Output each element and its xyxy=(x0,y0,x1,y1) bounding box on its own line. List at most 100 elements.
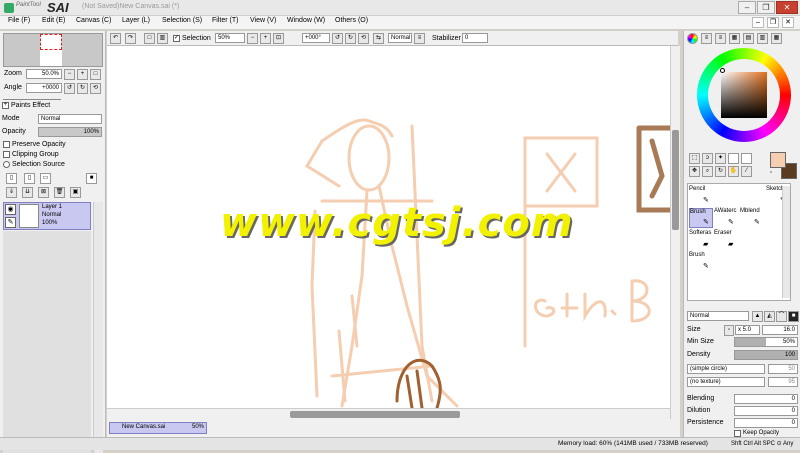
keep-opacity-checkbox[interactable] xyxy=(734,430,741,437)
blending-slider[interactable]: 0 xyxy=(734,394,798,404)
tool-slot-2-icon[interactable] xyxy=(741,153,752,164)
mdi-close-icon[interactable]: ✕ xyxy=(782,17,794,28)
deselect-icon[interactable]: □ xyxy=(144,33,155,44)
canvas-zoom-reset-icon[interactable]: ⊡ xyxy=(273,33,284,44)
clear-layer-icon[interactable]: ⊠ xyxy=(38,187,49,198)
tool-mblend[interactable]: Mblend ✎ xyxy=(740,208,766,228)
new-linework-layer-icon[interactable]: ▯ xyxy=(24,173,35,184)
apply-mask-icon[interactable]: ▣ xyxy=(70,187,81,198)
eyedropper-icon[interactable]: ⁄ xyxy=(741,166,752,177)
menu-view[interactable]: View (V) xyxy=(250,17,276,24)
document-tab[interactable]: New Canvas.sai 50% xyxy=(109,422,207,434)
hand-icon[interactable]: ✋ xyxy=(728,166,739,177)
transfer-down-icon[interactable]: ⇓ xyxy=(6,187,17,198)
restore-button[interactable]: ❐ xyxy=(757,1,775,14)
tool-slot-icon[interactable] xyxy=(728,153,739,164)
brush-shape-hard-icon[interactable]: ▲ xyxy=(752,311,763,322)
new-folder-icon[interactable]: ▭ xyxy=(40,173,51,184)
size-multiplier-select[interactable]: x 5.0 xyxy=(735,325,760,335)
canvas-rotate-reset-icon[interactable]: ⟲ xyxy=(358,33,369,44)
menu-filter[interactable]: Filter (T) xyxy=(212,17,238,24)
zoom-out-icon[interactable]: − xyxy=(64,69,75,80)
intermediate-color-icon[interactable]: ▦ xyxy=(771,33,782,44)
drawing-canvas[interactable]: www.cgtsj.com xyxy=(107,46,673,410)
stabilizer-select[interactable]: 0 xyxy=(462,33,488,43)
rotate-right-icon[interactable]: ↻ xyxy=(77,83,88,94)
zoom-tool-icon[interactable]: ⌕ xyxy=(702,166,713,177)
zoom-field[interactable]: 50.0% xyxy=(26,69,62,79)
pen-icon[interactable]: ✎ xyxy=(5,217,16,228)
menu-edit[interactable]: Edit (E) xyxy=(42,17,65,24)
merge-down-icon[interactable]: ⇊ xyxy=(22,187,33,198)
size-value[interactable]: 16.0 xyxy=(762,325,798,335)
hsv-sliders-icon[interactable]: ≡ xyxy=(715,33,726,44)
vertical-scroll-thumb[interactable] xyxy=(672,130,679,230)
redo-icon[interactable]: ↷ xyxy=(125,33,136,44)
view-mode-select[interactable]: Normal xyxy=(388,33,412,43)
tool-palette-scrollbar[interactable] xyxy=(782,186,790,298)
brush-mode-select[interactable]: Normal xyxy=(687,311,749,321)
clipping-group-checkbox[interactable] xyxy=(3,151,10,158)
brush-shape-select[interactable]: (simple circle) xyxy=(687,364,765,374)
navigator-preview[interactable] xyxy=(3,33,103,67)
canvas-vertical-scrollbar[interactable] xyxy=(670,46,680,419)
min-size-slider[interactable]: 50% xyxy=(734,337,798,347)
tool-pencil[interactable]: Pencil ✎ xyxy=(689,186,713,206)
new-layer-icon[interactable]: ▯ xyxy=(6,173,17,184)
canvas-rotate-right-icon[interactable]: ↻ xyxy=(345,33,356,44)
mdi-minimize-icon[interactable]: – xyxy=(752,17,764,28)
color-wheel-toggle-icon[interactable] xyxy=(687,33,698,44)
rect-select-icon[interactable]: ⬚ xyxy=(689,153,700,164)
primary-color-swatch[interactable] xyxy=(770,152,786,168)
brush-shape-value[interactable]: 50 xyxy=(768,364,798,374)
canvas-zoom-field[interactable]: 50% xyxy=(215,33,245,43)
user-swatches-icon[interactable]: ▤ xyxy=(743,33,754,44)
menu-canvas[interactable]: Canvas (C) xyxy=(76,17,111,24)
menu-layer[interactable]: Layer (L) xyxy=(122,17,150,24)
rgb-sliders-icon[interactable]: ≡ xyxy=(701,33,712,44)
horizontal-scroll-thumb[interactable] xyxy=(290,411,460,418)
minimize-button[interactable]: – xyxy=(738,1,756,14)
canvas-zoom-out-icon[interactable]: − xyxy=(247,33,258,44)
canvas-zoom-in-icon[interactable]: + xyxy=(260,33,271,44)
canvas-angle-field[interactable]: +000° xyxy=(302,33,330,43)
brush-texture-select[interactable]: (no texture) xyxy=(687,377,765,387)
magic-wand-icon[interactable]: ✦ xyxy=(715,153,726,164)
close-button[interactable]: ✕ xyxy=(776,1,798,14)
color-picker-marker[interactable] xyxy=(720,68,725,73)
undo-icon[interactable]: ↶ xyxy=(110,33,121,44)
tool-awatercolor[interactable]: AWaterc ✎ xyxy=(714,208,740,228)
mdi-restore-icon[interactable]: ❐ xyxy=(767,17,779,28)
delete-layer-icon[interactable]: 🗑 xyxy=(54,187,65,198)
rotate-reset-icon[interactable]: ⟲ xyxy=(90,83,101,94)
rotate-left-icon[interactable]: ↺ xyxy=(64,83,75,94)
preserve-opacity-checkbox[interactable] xyxy=(3,141,10,148)
color-wheel[interactable] xyxy=(697,48,791,142)
angle-slider[interactable] xyxy=(3,95,61,100)
density-slider[interactable]: 100 xyxy=(734,350,798,360)
canvas-horizontal-scrollbar[interactable] xyxy=(107,408,670,419)
tool-soft-eraser[interactable]: Softeras ▰ xyxy=(689,230,715,250)
paints-effect-toggle-icon[interactable]: + xyxy=(2,102,9,109)
brush-shape-mid-icon[interactable]: ◭ xyxy=(764,311,775,322)
invert-selection-icon[interactable]: ▥ xyxy=(157,33,168,44)
selection-checkbox[interactable]: ✓ xyxy=(173,35,180,42)
menu-others[interactable]: Others (O) xyxy=(335,17,368,24)
dilution-slider[interactable]: 0 xyxy=(734,406,798,416)
angle-field[interactable]: +0000 xyxy=(26,83,62,93)
layer-mask-icon[interactable]: ■ xyxy=(86,173,97,184)
tool-brush-selected[interactable]: Brush ✎ xyxy=(689,208,713,228)
tool-brush-2[interactable]: Brush ✎ xyxy=(689,252,713,272)
zoom-in-icon[interactable]: + xyxy=(77,69,88,80)
menu-file[interactable]: File (F) xyxy=(8,17,30,24)
eye-icon[interactable]: ◉ xyxy=(5,204,16,215)
flip-icon[interactable]: ⇆ xyxy=(373,33,384,44)
canvas-rotate-left-icon[interactable]: ↺ xyxy=(332,33,343,44)
scratchpad-icon[interactable]: ▥ xyxy=(757,33,768,44)
color-swatches-icon[interactable]: ▦ xyxy=(729,33,740,44)
view-mode-icon[interactable]: ≡ xyxy=(414,33,425,44)
size-multiplier-icon[interactable]: ▫ xyxy=(724,325,734,336)
rotate-tool-icon[interactable]: ↻ xyxy=(715,166,726,177)
move-icon[interactable]: ✥ xyxy=(689,166,700,177)
tool-eraser[interactable]: Eraser ▰ xyxy=(714,230,740,250)
